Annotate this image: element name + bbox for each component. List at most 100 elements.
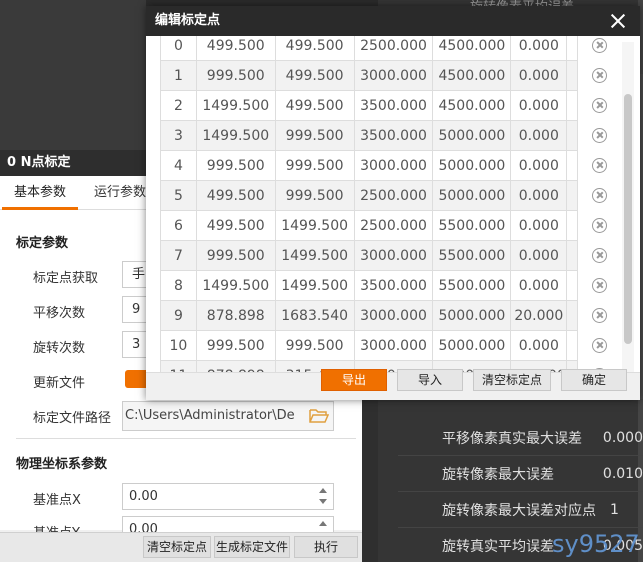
table-cell[interactable]: 0.000 — [510, 210, 568, 241]
table-cell[interactable]: 5 — [160, 180, 197, 211]
table-cell[interactable]: 1499.500 — [195, 90, 276, 121]
table-cell[interactable]: 2500.000 — [353, 180, 434, 211]
table-cell[interactable]: 499.500 — [195, 180, 276, 211]
table-cell[interactable]: 0.000 — [510, 180, 568, 211]
table-cell[interactable]: 1499.500 — [274, 240, 355, 271]
table-cell[interactable]: 4500.000 — [432, 90, 512, 121]
table-cell[interactable]: 3000.000 — [353, 330, 434, 361]
table-row[interactable]: 11878.898315.4613000.0005000.000-20.000 — [160, 360, 622, 372]
table-cell[interactable]: 999.500 — [195, 60, 276, 91]
table-cell[interactable]: 1499.500 — [195, 270, 276, 301]
table-cell[interactable]: 1499.500 — [274, 210, 355, 241]
table-cell[interactable]: 999.500 — [195, 240, 276, 271]
table-cell[interactable]: 20.000 — [510, 300, 568, 331]
table-cell[interactable]: 0.000 — [510, 330, 568, 361]
table-cell[interactable]: 499.500 — [274, 90, 355, 121]
table-cell[interactable]: 4500.000 — [432, 60, 512, 91]
table-cell[interactable]: 499.500 — [274, 60, 355, 91]
table-row[interactable]: 1 999.500 499.500 3000.000 4500.000 0.000 — [160, 60, 622, 91]
table-cell[interactable]: 4 — [160, 150, 197, 181]
table-cell[interactable]: 999.500 — [195, 330, 276, 361]
delete-row-icon[interactable] — [592, 248, 608, 263]
close-icon[interactable] — [610, 13, 626, 29]
table-cell[interactable]: 4500.000 — [432, 36, 512, 61]
table-cell[interactable]: 999.500 — [274, 180, 355, 211]
table-cell[interactable]: 3000.000 — [353, 300, 434, 331]
table-cell[interactable]: 878.898 — [195, 360, 276, 372]
table-row[interactable]: 0 499.500 499.500 2500.000 4500.000 0.000 — [160, 36, 622, 61]
table-row[interactable]: 3 1499.500 999.500 3500.000 5000.000 0.000 — [160, 120, 622, 151]
delete-row-icon[interactable] — [592, 38, 608, 53]
table-cell[interactable]: 5000.000 — [432, 330, 512, 361]
translate-count-input[interactable]: 9 — [122, 296, 148, 323]
table-cell[interactable]: 2500.000 — [353, 210, 434, 241]
table-cell[interactable]: 999.500 — [274, 120, 355, 151]
table-cell[interactable]: 499.500 — [195, 36, 276, 61]
table-cell[interactable]: 3 — [160, 120, 197, 151]
delete-row-icon[interactable] — [592, 68, 608, 83]
table-cell[interactable]: 10 — [160, 330, 197, 361]
table-cell[interactable]: 9 — [160, 300, 197, 331]
base-x-input[interactable]: 0.00 — [122, 483, 334, 510]
delete-row-icon[interactable] — [592, 308, 608, 323]
table-cell[interactable]: 7 — [160, 240, 197, 271]
table-cell[interactable]: 8 — [160, 270, 197, 301]
import-button[interactable]: 导入 — [397, 369, 463, 391]
table-cell[interactable]: 5000.000 — [432, 120, 512, 151]
export-button[interactable]: 导出 — [321, 369, 387, 391]
table-row[interactable]: 7 999.500 1499.500 3000.000 5500.000 0.000 — [160, 240, 622, 271]
table-cell[interactable]: 3000.000 — [353, 240, 434, 271]
table-cell[interactable]: 0.000 — [510, 270, 568, 301]
table-cell[interactable]: 3500.000 — [353, 120, 434, 151]
table-cell[interactable]: 1499.500 — [274, 270, 355, 301]
point-acquire-select[interactable]: 手 — [122, 261, 148, 288]
table-cell[interactable]: 11 — [160, 360, 197, 372]
table-cell[interactable]: 0.000 — [510, 60, 568, 91]
scrollbar-thumb[interactable] — [624, 94, 632, 344]
table-cell[interactable]: 2 — [160, 90, 197, 121]
update-file-toggle[interactable] — [125, 370, 147, 388]
table-cell[interactable]: 5000.000 — [432, 300, 512, 331]
table-cell[interactable]: 0 — [160, 36, 197, 61]
clear-points-dialog-button[interactable]: 清空标定点 — [473, 369, 551, 391]
delete-row-icon[interactable] — [592, 98, 608, 113]
table-cell[interactable]: 3500.000 — [353, 90, 434, 121]
table-cell[interactable]: 5500.000 — [432, 210, 512, 241]
delete-row-icon[interactable] — [592, 128, 608, 143]
table-cell[interactable]: 1499.500 — [195, 120, 276, 151]
file-path-input[interactable]: C:\Users\Administrator\De — [122, 401, 334, 431]
table-cell[interactable]: 3000.000 — [353, 60, 434, 91]
table-row[interactable]: 10 999.500 999.500 3000.000 5000.000 0.000 — [160, 330, 622, 361]
table-cell[interactable]: 2500.000 — [353, 36, 434, 61]
table-cell[interactable]: 0.000 — [510, 240, 568, 271]
table-cell[interactable]: 3000.000 — [353, 150, 434, 181]
table-row[interactable]: 2 1499.500 499.500 3500.000 4500.000 0.000 — [160, 90, 622, 121]
delete-row-icon[interactable] — [592, 188, 608, 203]
execute-button[interactable]: 执行 — [294, 536, 358, 558]
table-row[interactable]: 9 878.898 1683.540 3000.000 5000.000 20.000 — [160, 300, 622, 331]
tab-basic-params[interactable]: 基本参数 — [0, 176, 80, 210]
table-cell[interactable]: 999.500 — [274, 330, 355, 361]
delete-row-icon[interactable] — [592, 158, 608, 173]
table-cell[interactable]: 5000.000 — [432, 180, 512, 211]
confirm-button[interactable]: 确定 — [561, 369, 627, 391]
delete-row-icon[interactable] — [592, 338, 608, 353]
folder-open-icon[interactable] — [309, 408, 329, 424]
table-row[interactable]: 5 499.500 999.500 2500.000 5000.000 0.000 — [160, 180, 622, 211]
table-cell[interactable]: 0.000 — [510, 120, 568, 151]
clear-points-button[interactable]: 清空标定点 — [143, 536, 211, 558]
table-row[interactable]: 4 999.500 999.500 3000.000 5000.000 0.000 — [160, 150, 622, 181]
table-cell[interactable]: 1 — [160, 60, 197, 91]
table-scrollbar[interactable] — [622, 42, 634, 372]
table-cell[interactable]: 5000.000 — [432, 150, 512, 181]
delete-row-icon[interactable] — [592, 278, 608, 293]
spinner-icon[interactable] — [319, 488, 327, 504]
table-cell[interactable]: 0.000 — [510, 90, 568, 121]
generate-file-button[interactable]: 生成标定文件 — [214, 536, 290, 558]
table-cell[interactable]: 5500.000 — [432, 240, 512, 271]
table-row[interactable]: 6 499.500 1499.500 2500.000 5500.000 0.000 — [160, 210, 622, 241]
table-cell[interactable]: 999.500 — [274, 150, 355, 181]
delete-row-icon[interactable] — [592, 218, 608, 233]
table-cell[interactable]: 3500.000 — [353, 270, 434, 301]
table-cell[interactable]: 999.500 — [195, 150, 276, 181]
